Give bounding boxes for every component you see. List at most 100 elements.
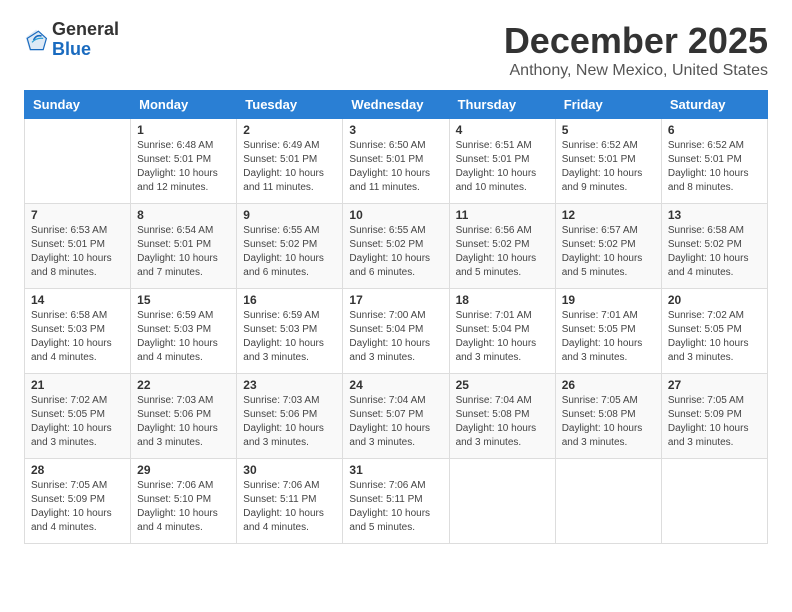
week-row-3: 14Sunrise: 6:58 AMSunset: 5:03 PMDayligh… — [25, 289, 768, 374]
day-info-line: Daylight: 10 hours — [349, 422, 442, 436]
title-section: December 2025 Anthony, New Mexico, Unite… — [504, 20, 768, 80]
day-cell: 14Sunrise: 6:58 AMSunset: 5:03 PMDayligh… — [25, 289, 131, 374]
day-cell: 29Sunrise: 7:06 AMSunset: 5:10 PMDayligh… — [131, 459, 237, 544]
day-info-line: and 4 minutes. — [31, 351, 124, 365]
day-number: 5 — [562, 123, 655, 137]
day-header-monday: Monday — [131, 91, 237, 119]
logo: General Blue — [24, 20, 119, 60]
day-info-line: Sunrise: 7:00 AM — [349, 309, 442, 323]
day-info-line: Sunset: 5:06 PM — [243, 408, 336, 422]
week-row-5: 28Sunrise: 7:05 AMSunset: 5:09 PMDayligh… — [25, 459, 768, 544]
day-info-line: Daylight: 10 hours — [456, 337, 549, 351]
day-number: 20 — [668, 293, 761, 307]
day-info-line: Sunrise: 6:58 AM — [668, 224, 761, 238]
day-info-line: and 3 minutes. — [668, 436, 761, 450]
day-info-line: Daylight: 10 hours — [243, 167, 336, 181]
day-info-line: and 8 minutes. — [668, 181, 761, 195]
day-cell: 21Sunrise: 7:02 AMSunset: 5:05 PMDayligh… — [25, 374, 131, 459]
day-info-line: and 3 minutes. — [243, 351, 336, 365]
day-info-line: Sunrise: 7:05 AM — [31, 479, 124, 493]
day-number: 4 — [456, 123, 549, 137]
day-info-line: and 3 minutes. — [562, 351, 655, 365]
day-info-line: Daylight: 10 hours — [349, 252, 442, 266]
day-number: 8 — [137, 208, 230, 222]
day-info-line: Sunrise: 7:06 AM — [243, 479, 336, 493]
day-info-line: Sunrise: 7:02 AM — [668, 309, 761, 323]
day-cell: 22Sunrise: 7:03 AMSunset: 5:06 PMDayligh… — [131, 374, 237, 459]
day-number: 29 — [137, 463, 230, 477]
day-info-line: Sunset: 5:01 PM — [349, 153, 442, 167]
day-info-line: Sunset: 5:02 PM — [562, 238, 655, 252]
day-cell: 24Sunrise: 7:04 AMSunset: 5:07 PMDayligh… — [343, 374, 449, 459]
day-info-line: Sunrise: 7:06 AM — [137, 479, 230, 493]
day-header-wednesday: Wednesday — [343, 91, 449, 119]
day-cell: 13Sunrise: 6:58 AMSunset: 5:02 PMDayligh… — [661, 204, 767, 289]
day-info-line: Sunset: 5:03 PM — [243, 323, 336, 337]
day-info-line: Sunrise: 6:55 AM — [349, 224, 442, 238]
day-number: 21 — [31, 378, 124, 392]
day-number: 18 — [456, 293, 549, 307]
day-info-line: Sunrise: 6:48 AM — [137, 139, 230, 153]
day-number: 10 — [349, 208, 442, 222]
day-number: 25 — [456, 378, 549, 392]
logo-icon — [24, 28, 48, 52]
day-cell: 18Sunrise: 7:01 AMSunset: 5:04 PMDayligh… — [449, 289, 555, 374]
day-info-line: Sunset: 5:05 PM — [31, 408, 124, 422]
day-info-line: Sunrise: 6:49 AM — [243, 139, 336, 153]
day-info-line: Sunrise: 6:54 AM — [137, 224, 230, 238]
day-info-line: Daylight: 10 hours — [456, 422, 549, 436]
day-info-line: Sunrise: 6:58 AM — [31, 309, 124, 323]
logo-blue: Blue — [52, 40, 119, 60]
day-cell: 9Sunrise: 6:55 AMSunset: 5:02 PMDaylight… — [237, 204, 343, 289]
day-info-line: Daylight: 10 hours — [137, 422, 230, 436]
day-info-line: Daylight: 10 hours — [562, 422, 655, 436]
day-info-line: Daylight: 10 hours — [349, 167, 442, 181]
day-info-line: Daylight: 10 hours — [243, 507, 336, 521]
day-info-line: and 4 minutes. — [31, 521, 124, 535]
day-info-line: Sunrise: 7:06 AM — [349, 479, 442, 493]
day-number: 23 — [243, 378, 336, 392]
day-info-line: and 3 minutes. — [31, 436, 124, 450]
day-info-line: Sunset: 5:03 PM — [137, 323, 230, 337]
day-number: 13 — [668, 208, 761, 222]
day-info-line: Daylight: 10 hours — [562, 252, 655, 266]
day-info-line: Sunset: 5:03 PM — [31, 323, 124, 337]
day-number: 2 — [243, 123, 336, 137]
day-info-line: Sunrise: 7:01 AM — [562, 309, 655, 323]
day-cell: 17Sunrise: 7:00 AMSunset: 5:04 PMDayligh… — [343, 289, 449, 374]
day-info-line: Sunset: 5:01 PM — [456, 153, 549, 167]
day-info-line: and 3 minutes. — [562, 436, 655, 450]
day-cell — [555, 459, 661, 544]
day-cell: 28Sunrise: 7:05 AMSunset: 5:09 PMDayligh… — [25, 459, 131, 544]
day-number: 28 — [31, 463, 124, 477]
day-info-line: Sunset: 5:05 PM — [668, 323, 761, 337]
day-info-line: Sunset: 5:10 PM — [137, 493, 230, 507]
day-info-line: Daylight: 10 hours — [137, 167, 230, 181]
day-cell: 20Sunrise: 7:02 AMSunset: 5:05 PMDayligh… — [661, 289, 767, 374]
day-info-line: Sunrise: 6:55 AM — [243, 224, 336, 238]
day-info-line: Sunrise: 7:01 AM — [456, 309, 549, 323]
day-info-line: Sunset: 5:08 PM — [562, 408, 655, 422]
day-info-line: Sunrise: 7:05 AM — [668, 394, 761, 408]
day-cell: 10Sunrise: 6:55 AMSunset: 5:02 PMDayligh… — [343, 204, 449, 289]
day-info-line: Daylight: 10 hours — [243, 422, 336, 436]
day-info-line: and 5 minutes. — [562, 266, 655, 280]
day-info-line: Sunset: 5:11 PM — [243, 493, 336, 507]
day-cell — [661, 459, 767, 544]
day-cell: 30Sunrise: 7:06 AMSunset: 5:11 PMDayligh… — [237, 459, 343, 544]
day-info-line: Sunset: 5:08 PM — [456, 408, 549, 422]
day-cell: 2Sunrise: 6:49 AMSunset: 5:01 PMDaylight… — [237, 119, 343, 204]
day-cell: 16Sunrise: 6:59 AMSunset: 5:03 PMDayligh… — [237, 289, 343, 374]
day-number: 6 — [668, 123, 761, 137]
day-info-line: Sunrise: 7:04 AM — [456, 394, 549, 408]
day-info-line: and 4 minutes. — [137, 351, 230, 365]
day-info-line: Sunset: 5:02 PM — [456, 238, 549, 252]
week-row-1: 1Sunrise: 6:48 AMSunset: 5:01 PMDaylight… — [25, 119, 768, 204]
day-info-line: Daylight: 10 hours — [243, 252, 336, 266]
header: General Blue December 2025 Anthony, New … — [24, 20, 768, 80]
day-info-line: Daylight: 10 hours — [31, 422, 124, 436]
day-info-line: Sunrise: 7:03 AM — [137, 394, 230, 408]
day-info-line: Daylight: 10 hours — [349, 507, 442, 521]
day-info-line: Sunrise: 6:51 AM — [456, 139, 549, 153]
day-number: 12 — [562, 208, 655, 222]
